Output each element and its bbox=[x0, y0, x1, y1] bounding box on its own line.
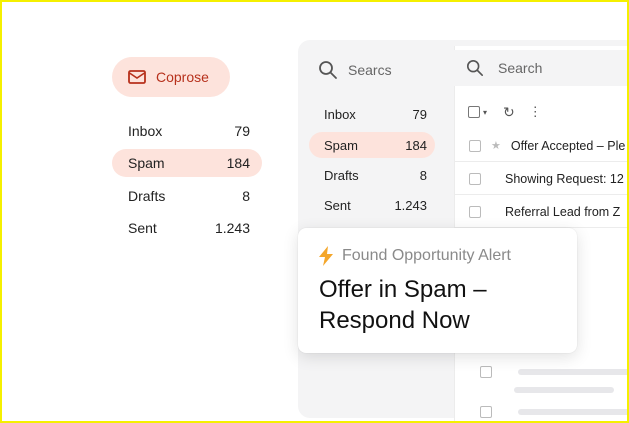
more-vert-icon[interactable]: ⋮ bbox=[529, 104, 542, 120]
nav-count: 79 bbox=[412, 106, 427, 122]
placeholder-bar bbox=[518, 369, 627, 375]
alert-heading: Found Opportunity Alert bbox=[342, 247, 511, 264]
checkbox-icon[interactable] bbox=[469, 139, 481, 152]
left-nav-item-spam[interactable]: Spam 184 bbox=[112, 149, 262, 177]
mail-row[interactable]: ★ Offer Accepted – Ple bbox=[454, 130, 627, 162]
nav-label: Spam bbox=[128, 155, 165, 171]
mail-subject: Showing Request: 12 bbox=[505, 171, 624, 186]
select-all-checkbox[interactable]: ▾ bbox=[468, 106, 487, 118]
nav-count: 184 bbox=[226, 155, 250, 171]
nav-count: 8 bbox=[419, 167, 427, 183]
left-nav-item-inbox[interactable]: Inbox 79 bbox=[112, 117, 262, 145]
refresh-icon[interactable]: ↻ bbox=[503, 104, 515, 121]
compose-label: Coprose bbox=[156, 69, 209, 85]
lightning-icon bbox=[319, 246, 333, 266]
checkbox-icon bbox=[480, 406, 492, 418]
left-nav-item-drafts[interactable]: Drafts 8 bbox=[112, 182, 262, 210]
mail-row-placeholder bbox=[454, 362, 627, 382]
nav-count: 1.243 bbox=[214, 220, 250, 236]
chevron-down-icon: ▾ bbox=[483, 107, 488, 117]
nav-count: 8 bbox=[242, 188, 250, 204]
nav-count: 79 bbox=[234, 123, 250, 139]
left-nav-item-sent[interactable]: Sent 1.243 bbox=[112, 214, 262, 242]
mail-search-placeholder: Search bbox=[498, 60, 543, 76]
mail-subject: Offer Accepted – Ple bbox=[510, 138, 626, 153]
mail-row-placeholder bbox=[454, 380, 627, 400]
middle-search-text: Searcs bbox=[348, 62, 392, 78]
alert-title: Offer in Spam – Respond Now bbox=[319, 276, 487, 334]
placeholder-bar bbox=[514, 387, 614, 393]
star-icon[interactable]: ★ bbox=[491, 139, 501, 152]
mail-icon bbox=[128, 70, 146, 84]
middle-nav-item-sent[interactable]: Sent 1.243 bbox=[309, 192, 435, 218]
mail-subject: Referral Lead from Z bbox=[505, 204, 621, 219]
mail-toolbar: ▾ ↻ ⋮ bbox=[468, 102, 542, 122]
nav-label: Inbox bbox=[128, 123, 163, 139]
search-icon bbox=[466, 59, 484, 77]
checkbox-icon bbox=[468, 106, 480, 118]
alert-heading-row: Found Opportunity Alert bbox=[318, 246, 511, 266]
screen-frame: Coprose Inbox 79 Spam 184 Drafts 8 Sent … bbox=[0, 0, 629, 423]
middle-nav-item-spam[interactable]: Spam 184 bbox=[309, 132, 435, 158]
mail-row[interactable]: Showing Request: 12 bbox=[454, 163, 627, 195]
checkbox-icon[interactable] bbox=[469, 205, 481, 218]
nav-label: Inbox bbox=[324, 106, 356, 122]
middle-nav-item-inbox[interactable]: Inbox 79 bbox=[309, 101, 435, 127]
nav-label: Sent bbox=[128, 220, 157, 236]
search-icon bbox=[319, 61, 337, 79]
middle-search[interactable]: Searcs bbox=[318, 54, 448, 86]
mail-search[interactable]: Search bbox=[454, 50, 627, 86]
nav-label: Sent bbox=[324, 197, 351, 213]
checkbox-icon[interactable] bbox=[469, 172, 481, 185]
nav-label: Spam bbox=[324, 137, 358, 153]
nav-label: Drafts bbox=[128, 188, 166, 204]
nav-count: 184 bbox=[405, 137, 427, 153]
nav-count: 1.243 bbox=[394, 197, 427, 213]
mail-row-placeholder bbox=[454, 402, 627, 421]
placeholder-bar bbox=[518, 409, 627, 415]
checkbox-icon bbox=[480, 366, 492, 378]
opportunity-alert-card[interactable]: Found Opportunity Alert Offer in Spam – … bbox=[298, 228, 577, 353]
mail-row[interactable]: Referral Lead from Z bbox=[454, 196, 627, 228]
compose-button[interactable]: Coprose bbox=[112, 57, 230, 97]
middle-nav-item-drafts[interactable]: Drafts 8 bbox=[309, 162, 435, 188]
nav-label: Drafts bbox=[324, 167, 359, 183]
